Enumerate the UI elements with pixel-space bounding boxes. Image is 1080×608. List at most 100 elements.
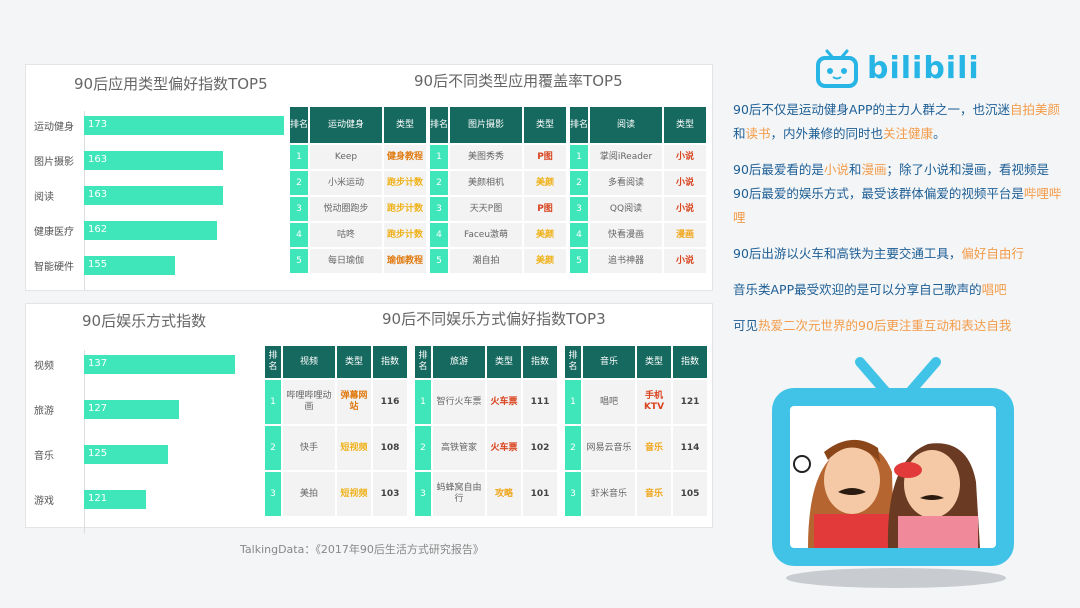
table-row: 3 天天P图 P图 xyxy=(430,197,566,221)
logo-wordmark: bilibili xyxy=(867,51,980,86)
bar-row: 视频 137 xyxy=(34,354,236,374)
type-cell: 跑步计数 xyxy=(384,223,426,247)
rank-cell: 3 xyxy=(565,472,581,516)
entertainment-preference-title: 90后不同娱乐方式偏好指数TOP3 xyxy=(382,310,606,328)
table-row: 4 Faceu激萌 美颜 xyxy=(430,223,566,247)
bar-row: 健康医疗 162 xyxy=(34,220,218,240)
note-highlight: 热爱二次元世界的90后更注重互动和表达自我 xyxy=(758,318,1012,333)
table-header-cell: 类型 xyxy=(664,107,706,143)
bar-row: 阅读 163 xyxy=(34,185,224,205)
insight-notes: 90后不仅是运动健身APP的主力人群之一，也沉迷自拍美颜和读书，内外兼修的同时也… xyxy=(733,98,1063,350)
table-header-cell: 类型 xyxy=(637,346,671,378)
index-cell: 105 xyxy=(673,472,707,516)
bar-value-label: 137 xyxy=(88,357,108,369)
bilibili-logo: bilibili xyxy=(815,48,979,90)
rank-cell: 1 xyxy=(415,380,431,424)
bar-value-label: 125 xyxy=(88,447,108,459)
bar-row: 运动健身 173 xyxy=(34,115,284,135)
note-highlight: 小说 xyxy=(823,162,849,177)
bar: 162 xyxy=(84,220,218,240)
bar-row: 智能硬件 155 xyxy=(34,255,175,275)
app-name-cell: 天天P图 xyxy=(450,197,522,221)
table-row: 5 潮自拍 美颜 xyxy=(430,249,566,273)
table-row: 4 快看漫画 漫画 xyxy=(570,223,706,247)
table-row: 1 美图秀秀 P图 xyxy=(430,145,566,169)
rank-cell: 4 xyxy=(570,223,588,247)
note-text: 可见 xyxy=(733,318,759,333)
ranking-table: 排名 运动健身 类型 1 Keep 健身教程 2 小米运动 跑步计数 3 悦动圈跑步 跑步计数 4 咕咚跑… xyxy=(288,105,428,275)
tv-illustration xyxy=(772,357,1014,588)
note-text: 。 xyxy=(933,126,946,141)
note-highlight: 漫画 xyxy=(861,162,887,177)
index-cell: 111 xyxy=(523,380,557,424)
app-name-cell: 多看阅读 xyxy=(590,171,662,195)
note-highlight: 偏好自由行 xyxy=(961,246,1024,261)
table-row: 5 每日瑜伽 瑜伽教程 xyxy=(290,249,426,273)
table-header-cell: 指数 xyxy=(373,346,407,378)
table-row: 1 掌阅iReader 小说 xyxy=(570,145,706,169)
rank-cell: 1 xyxy=(570,145,588,169)
rank-cell: 1 xyxy=(290,145,308,169)
bar-category-label: 健康医疗 xyxy=(34,226,74,238)
type-cell: 短视频 xyxy=(337,426,371,470)
app-name-cell: 高铁管家 xyxy=(433,426,485,470)
note-text: 90后不仅是运动健身APP的主力人群之一，也沉迷 xyxy=(733,102,1011,117)
table-header-row: 排名 运动健身 类型 xyxy=(290,107,426,143)
type-cell: 跑步计数 xyxy=(384,197,426,221)
type-cell: 弹幕网站 xyxy=(337,380,371,424)
rank-cell: 2 xyxy=(565,426,581,470)
insight-note: 音乐类APP最受欢迎的是可以分享自己歌声的唱吧 xyxy=(733,278,1063,302)
bar-value-label: 162 xyxy=(88,223,108,235)
bar-row: 音乐 125 xyxy=(34,444,168,464)
type-cell: P图 xyxy=(524,145,566,169)
rank-cell: 3 xyxy=(415,472,431,516)
table-row: 3 QQ阅读 小说 xyxy=(570,197,706,221)
type-cell: 瑜伽教程 xyxy=(384,249,426,273)
app-name-cell: 潮自拍 xyxy=(450,249,522,273)
app-name-cell: 美图秀秀 xyxy=(450,145,522,169)
app-name-cell: 哔哩哔哩动画 xyxy=(283,380,335,424)
bar: 125 xyxy=(84,444,168,464)
app-name-cell: 网易云音乐 xyxy=(583,426,635,470)
entertainment-panel: 90后娱乐方式指数 90后不同娱乐方式偏好指数TOP3 视频 137 旅游 127 音乐… xyxy=(25,303,713,534)
app-name-cell: 咕咚 xyxy=(310,223,382,247)
table-header-cell: 旅游 xyxy=(433,346,485,378)
index-cell: 103 xyxy=(373,472,407,516)
ranking-table: 排名 音乐 类型 指数 1 唱吧 手机KTV 121 2 网易云音乐 音乐 114 3 虾米音乐 音乐 105 xyxy=(563,344,709,518)
bar-category-label: 图片摄影 xyxy=(34,156,74,168)
table-row: 3 悦动圈跑步 跑步计数 xyxy=(290,197,426,221)
app-name-cell: 美颜相机 xyxy=(450,171,522,195)
bar-category-label: 视频 xyxy=(34,360,54,372)
insight-note: 可见热爱二次元世界的90后更注重互动和表达自我 xyxy=(733,314,1063,338)
table-row: 3 美拍 短视频 103 xyxy=(265,472,407,516)
type-cell: 美颜 xyxy=(524,223,566,247)
app-name-cell: 追书神器 xyxy=(590,249,662,273)
type-cell: 音乐 xyxy=(637,426,671,470)
bar: 163 xyxy=(84,150,224,170)
app-preference-panel: 90后应用类型偏好指数TOP5 90后不同类型应用覆盖率TOP5 运动健身 173… xyxy=(25,64,713,291)
rank-cell: 2 xyxy=(430,171,448,195)
insight-note: 90后不仅是运动健身APP的主力人群之一，也沉迷自拍美颜和读书，内外兼修的同时也… xyxy=(733,98,1063,146)
rank-cell: 5 xyxy=(290,249,308,273)
rank-cell: 5 xyxy=(430,249,448,273)
page: 90后应用类型偏好指数TOP5 90后不同类型应用覆盖率TOP5 运动健身 173… xyxy=(0,0,1080,608)
note-text: 音乐类APP最受欢迎的是可以分享自己歌声的 xyxy=(733,282,982,297)
table-header-cell: 类型 xyxy=(337,346,371,378)
bar-value-label: 155 xyxy=(88,258,108,270)
table-row: 1 智行火车票 火车票 111 xyxy=(415,380,557,424)
tv-logo-icon xyxy=(816,49,858,88)
index-cell: 101 xyxy=(523,472,557,516)
rank-cell: 3 xyxy=(430,197,448,221)
table-row: 2 网易云音乐 音乐 114 xyxy=(565,426,707,470)
bar-row: 图片摄影 163 xyxy=(34,150,224,170)
insight-note: 90后出游以火车和高铁为主要交通工具，偏好自由行 xyxy=(733,242,1063,266)
bar-category-label: 运动健身 xyxy=(34,121,74,133)
app-name-cell: 小米运动 xyxy=(310,171,382,195)
rank-cell: 1 xyxy=(565,380,581,424)
rank-cell: 2 xyxy=(415,426,431,470)
index-cell: 121 xyxy=(673,380,707,424)
table-row: 1 唱吧 手机KTV 121 xyxy=(565,380,707,424)
type-cell: 健身教程 xyxy=(384,145,426,169)
app-name-cell: Faceu激萌 xyxy=(450,223,522,247)
type-cell: 攻略 xyxy=(487,472,521,516)
